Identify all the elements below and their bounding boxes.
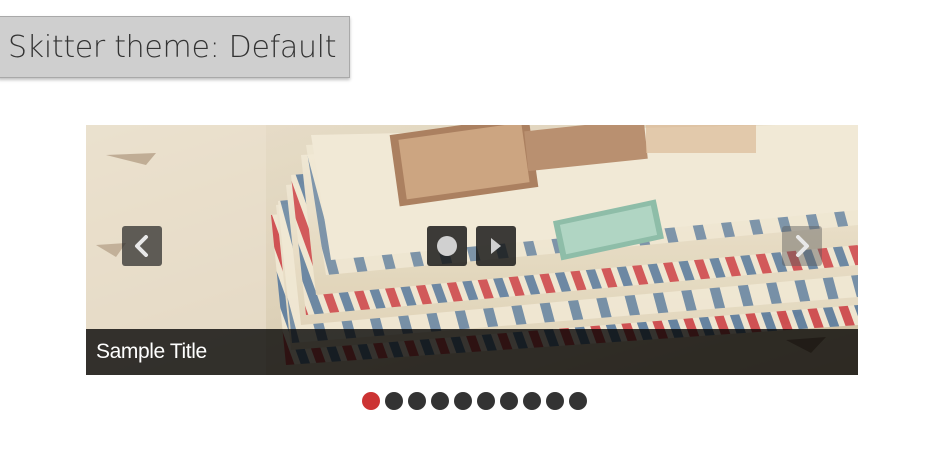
slide-caption: Sample Title xyxy=(86,329,858,375)
pager-dot[interactable] xyxy=(546,392,564,410)
previous-slide-button[interactable] xyxy=(122,226,162,266)
page: Skitter theme: Default Sample Title xyxy=(0,0,947,457)
circle-icon xyxy=(437,236,457,256)
pager-dot[interactable] xyxy=(385,392,403,410)
chevron-right-icon xyxy=(796,235,809,257)
play-pause-button[interactable] xyxy=(427,226,467,266)
pager-dot[interactable] xyxy=(362,392,380,410)
pager-dot[interactable] xyxy=(408,392,426,410)
image-slider: Sample Title xyxy=(86,125,858,375)
slide-pager xyxy=(362,392,587,410)
pager-dot[interactable] xyxy=(477,392,495,410)
pager-dot[interactable] xyxy=(500,392,518,410)
play-triangle-icon xyxy=(491,238,501,254)
play-slideshow-button[interactable] xyxy=(476,226,516,266)
pager-dot[interactable] xyxy=(454,392,472,410)
pager-dot[interactable] xyxy=(523,392,541,410)
pager-dot[interactable] xyxy=(431,392,449,410)
chevron-left-icon xyxy=(135,235,148,257)
next-slide-button[interactable] xyxy=(782,226,822,266)
pager-dot[interactable] xyxy=(569,392,587,410)
theme-label: Skitter theme: Default xyxy=(0,16,350,78)
